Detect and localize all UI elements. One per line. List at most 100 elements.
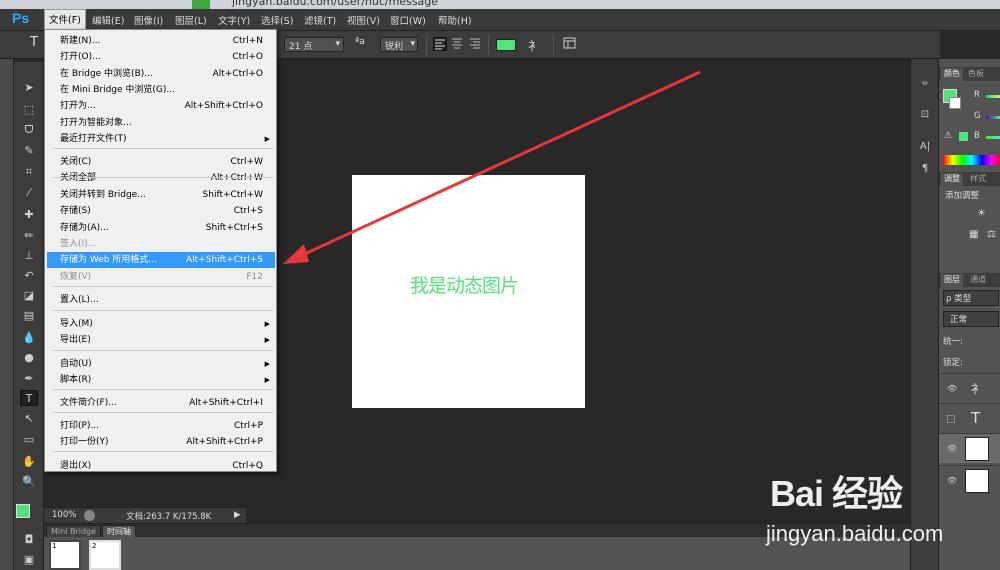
align-center-icon[interactable] [451, 37, 463, 52]
path-select-tool-icon[interactable]: ↖ [20, 411, 38, 427]
file-menu-item[interactable]: 新建(N)... Ctrl+N [47, 33, 275, 49]
eraser-tool-icon[interactable]: ◪ [20, 288, 38, 304]
align-left-icon[interactable] [433, 37, 447, 51]
file-menu-item[interactable]: 存储为 Web 所用格式... Alt+Shift+Ctrl+S [47, 252, 275, 268]
gradient-tool-icon[interactable]: ▤ [20, 308, 38, 324]
panels-toggle-icon[interactable] [563, 37, 576, 52]
menu-select[interactable]: 选择(S) [261, 13, 293, 27]
file-menu-item[interactable]: 在 Mini Bridge 中浏览(G)... [47, 82, 275, 98]
layer-row-selected[interactable]: 👁 [939, 433, 1000, 463]
dodge-tool-icon[interactable]: ● [20, 350, 38, 366]
text-color-swatch[interactable] [496, 39, 516, 51]
levels-icon[interactable]: ▦ [969, 229, 978, 240]
visibility-box[interactable] [947, 415, 955, 423]
file-menu-item[interactable]: 存储(S) Ctrl+S [47, 203, 275, 219]
clone-stamp-tool-icon[interactable]: ⊥ [20, 248, 38, 264]
history-panel-icon[interactable]: ⦵ [916, 77, 934, 93]
channel-b-slider[interactable] [986, 136, 1000, 139]
menu-image[interactable]: 图像(I) [134, 13, 163, 27]
tab-swatches[interactable]: 色板 [965, 68, 987, 81]
align-right-icon[interactable] [469, 37, 481, 52]
layer-row[interactable]: 👁 ⻂ [939, 373, 1000, 403]
timeline-frame[interactable]: 1 [49, 540, 81, 570]
file-menu-item[interactable]: 退出(X) Ctrl+Q [47, 458, 275, 474]
menu-file[interactable]: 文件(F) [44, 9, 86, 30]
font-size-select[interactable]: 21 点 ▾ [284, 37, 344, 52]
marquee-tool-icon[interactable]: ⬚ [20, 102, 38, 118]
tab-color[interactable]: 颜色 [941, 68, 963, 81]
menu-layer[interactable]: 图层(L) [175, 13, 207, 27]
menu-help[interactable]: 帮助(H) [438, 13, 472, 27]
menu-window[interactable]: 窗口(W) [390, 13, 426, 27]
tab-styles[interactable]: 样式 [967, 173, 989, 186]
file-menu-item[interactable]: 恢复(V) F12 [47, 269, 275, 285]
lasso-tool-icon[interactable]: ᗜ [20, 122, 38, 138]
quick-mask-icon[interactable]: ◘ [20, 532, 38, 548]
file-menu-item-label: 存储(S) [60, 206, 91, 216]
layer-row[interactable]: T [939, 403, 1000, 433]
gamut-color-swatch[interactable] [959, 132, 968, 141]
status-info-icon[interactable] [84, 510, 95, 521]
type-tool-icon[interactable]: T [30, 35, 38, 50]
file-menu-item[interactable]: 打印一份(Y) Alt+Shift+Ctrl+P [47, 434, 275, 450]
file-menu-item[interactable]: 打印(P)... Ctrl+P [47, 418, 275, 434]
brush-tool-icon[interactable]: ✏ [20, 228, 38, 244]
type-tool-icon[interactable]: T [20, 390, 38, 406]
file-menu-item[interactable]: 关闭并转到 Bridge... Shift+Ctrl+W [47, 187, 275, 203]
move-tool-icon[interactable]: ➤ [20, 80, 38, 96]
blend-mode-select[interactable]: 正常 [943, 311, 999, 327]
menu-filter[interactable]: 滤镜(T) [304, 13, 336, 27]
crop-tool-icon[interactable]: ⌗ [20, 164, 38, 180]
balance-icon[interactable]: ⚖ [987, 229, 996, 240]
play-arrow-icon[interactable]: ▶ [234, 510, 241, 520]
blur-tool-icon[interactable]: 💧 [20, 330, 38, 346]
color-bg-swatch[interactable] [949, 97, 961, 109]
eye-icon[interactable]: 👁 [947, 444, 957, 453]
file-menu-item[interactable]: 导入(M) ▶ [47, 316, 275, 332]
tab-channels[interactable]: 通道 [967, 274, 989, 287]
menu-view[interactable]: 视图(V) [347, 13, 380, 27]
tab-adjustments[interactable]: 调整 [941, 173, 963, 186]
screen-mode-icon[interactable]: ▣ [20, 552, 38, 568]
hand-tool-icon[interactable]: ✋ [20, 454, 38, 470]
pen-tool-icon[interactable]: ✒ [20, 371, 38, 387]
file-menu-item[interactable]: 关闭(C) Ctrl+W [47, 154, 275, 170]
file-menu-item[interactable]: 在 Bridge 中浏览(B)... Alt+Ctrl+O [47, 66, 275, 82]
foreground-color-swatch[interactable] [16, 504, 30, 518]
color-spectrum[interactable] [943, 155, 1000, 165]
brightness-icon[interactable]: ☀ [977, 208, 986, 219]
warp-text-icon[interactable]: ⻂ [528, 37, 540, 53]
eye-icon[interactable]: 👁 [947, 384, 957, 393]
file-menu-item[interactable]: 自动(U) ▶ [47, 356, 275, 372]
document-canvas[interactable]: 我是动态图片 [352, 175, 585, 408]
eyedropper-tool-icon[interactable]: ⁄ [20, 185, 38, 201]
channel-r-slider[interactable] [986, 95, 1000, 98]
file-menu-item[interactable]: 打开(O)... Ctrl+O [47, 49, 275, 65]
menu-type[interactable]: 文字(Y) [218, 13, 250, 27]
quick-select-tool-icon[interactable]: ✎ [20, 143, 38, 159]
channel-g-slider[interactable] [986, 116, 1000, 119]
file-menu-item[interactable]: 关闭全部 Alt+Ctrl+W [47, 170, 275, 186]
file-menu-item[interactable]: 最近打开文件(T) ▶ [47, 131, 275, 147]
tab-layers[interactable]: 图层 [941, 274, 963, 287]
healing-brush-tool-icon[interactable]: ✚ [20, 207, 38, 223]
shape-tool-icon[interactable]: ▭ [20, 432, 38, 448]
file-menu-item[interactable]: 签入(I)... [47, 236, 275, 252]
file-menu-item[interactable]: 存储为(A)... Shift+Ctrl+S [47, 220, 275, 236]
anti-alias-select[interactable]: 锐利 ▾ [380, 37, 418, 52]
character-panel-icon[interactable]: A| [916, 141, 934, 157]
paragraph-panel-icon[interactable]: ¶ [916, 163, 934, 179]
history-brush-tool-icon[interactable]: ↶ [20, 268, 38, 284]
properties-panel-icon[interactable]: ⊡ [916, 109, 934, 125]
file-menu-item[interactable]: 打开为... Alt+Shift+Ctrl+O [47, 98, 275, 114]
file-menu-item[interactable]: 导出(E) ▶ [47, 332, 275, 348]
timeline-frame-selected[interactable]: 2 [89, 540, 121, 570]
layer-filter-select[interactable]: ρ 类型 [943, 290, 999, 306]
file-menu-item[interactable]: 脚本(R) ▶ [47, 372, 275, 388]
zoom-level[interactable]: 100% [52, 510, 76, 520]
file-menu-item[interactable]: 打开为智能对象... [47, 115, 275, 131]
file-menu-item[interactable]: 文件简介(F)... Alt+Shift+Ctrl+I [47, 395, 275, 411]
file-menu-item[interactable]: 置入(L)... [47, 292, 275, 308]
zoom-tool-icon[interactable]: 🔍 [20, 474, 38, 490]
menu-edit[interactable]: 编辑(E) [92, 13, 124, 27]
